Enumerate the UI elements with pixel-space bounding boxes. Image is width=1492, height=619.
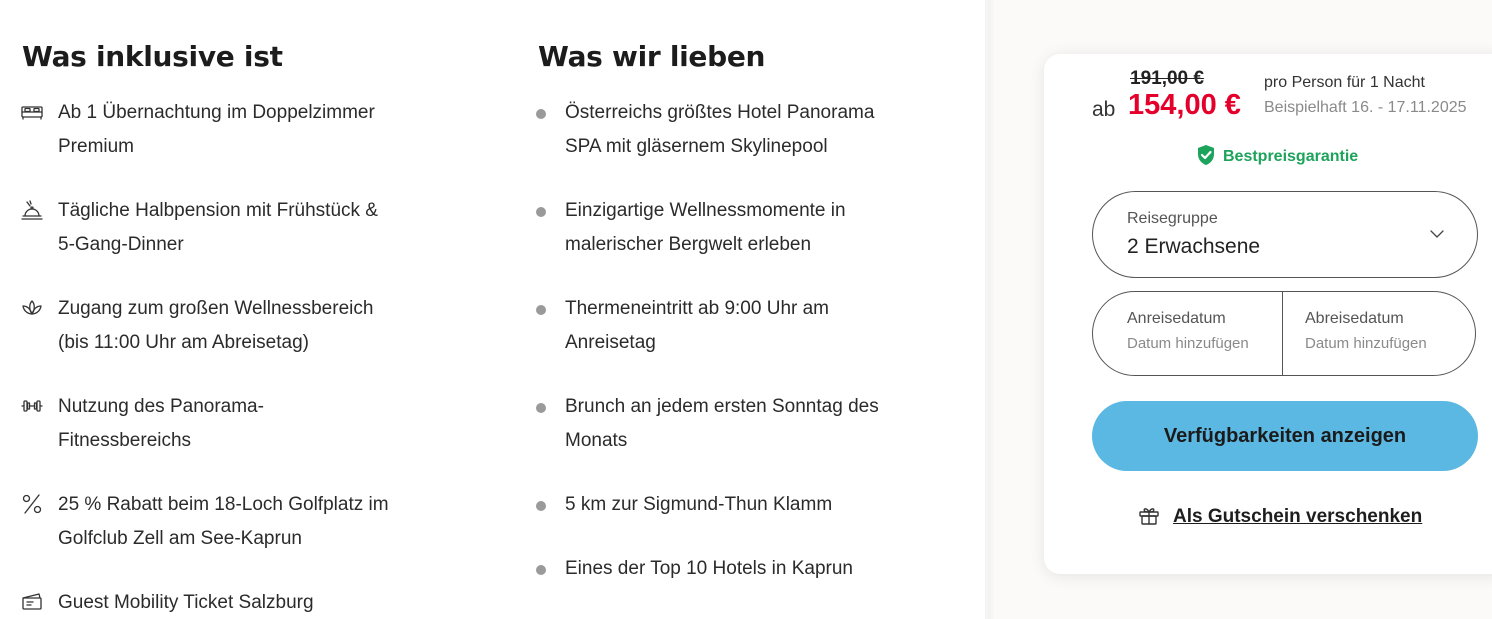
departure-date-field[interactable]: Abreisedatum Datum hinzufügen — [1284, 292, 1475, 375]
bullet-dot — [536, 207, 546, 217]
lotus-icon — [20, 296, 48, 320]
love-item-text: Österreichs größtes Hotel Panorama — [565, 102, 875, 123]
love-item: Österreichs größtes Hotel Panorama SPA mi… — [536, 96, 936, 164]
gift-icon — [1137, 503, 1161, 531]
inclusive-item-text: Ab 1 Übernachtung im Doppelzimmer — [58, 102, 375, 123]
love-item-text: Eines der Top 10 Hotels in Kaprun — [565, 558, 853, 579]
dining-cloche-icon — [20, 198, 48, 222]
price-example-dates: Beispielhaft 16. - 17.11.2025 — [1264, 99, 1467, 116]
price-prefix: ab — [1092, 98, 1116, 121]
love-item-text: Anreisetag — [565, 332, 656, 353]
travel-group-select[interactable]: Reisegruppe 2 Erwachsene — [1092, 191, 1478, 278]
love-item-text: malerischer Bergwelt erleben — [565, 234, 812, 255]
inclusive-item-text: 25 % Rabatt beim 18-Loch Golfplatz im — [58, 494, 389, 515]
bullet-dot — [536, 501, 546, 511]
love-item: Eines der Top 10 Hotels in Kaprun — [536, 552, 936, 586]
love-item: 5 km zur Sigmund-Thun Klamm — [536, 488, 936, 522]
percent-icon — [20, 492, 48, 516]
bestprice-label: Bestpreisgarantie — [1223, 148, 1359, 165]
inclusive-item-text: Guest Mobility Ticket Salzburg — [58, 592, 314, 613]
inclusive-item-text: Tägliche Halbpension mit Frühstück & — [58, 200, 378, 221]
love-item-text: SPA mit gläsernem Skylinepool — [565, 136, 828, 157]
discounted-price: 154,00 € — [1128, 89, 1241, 121]
arrival-date-placeholder: Datum hinzufügen — [1127, 335, 1249, 352]
inclusive-item: Tägliche Halbpension mit Frühstück & 5-Ga… — [20, 194, 460, 262]
love-item: Brunch an jedem ersten Sonntag des Monats — [536, 390, 936, 458]
original-price: 191,00 € — [1130, 68, 1204, 89]
inclusive-item: 25 % Rabatt beim 18-Loch Golfplatz im Gol… — [20, 488, 460, 556]
love-item-text: Monats — [565, 430, 628, 451]
inclusive-item-text: 5-Gang-Dinner — [58, 234, 184, 255]
love-item-text: Einzigartige Wellnessmomente in — [565, 200, 846, 221]
inclusive-item-text: Golfclub Zell am See-Kaprun — [58, 528, 302, 549]
gift-voucher-label: Als Gutschein verschenken — [1173, 506, 1423, 527]
gift-voucher-link[interactable]: Als Gutschein verschenken — [1137, 503, 1422, 531]
inclusive-item: Nutzung des Panorama- Fitnessbereichs — [20, 390, 460, 458]
arrival-date-label: Anreisedatum — [1127, 310, 1226, 327]
show-availability-button[interactable]: Verfügbarkeiten anzeigen — [1092, 401, 1478, 471]
dumbbell-icon — [20, 394, 48, 418]
bullet-dot — [536, 403, 546, 413]
price-unit-note: pro Person für 1 Nacht — [1264, 74, 1425, 91]
inclusive-item-text: Zugang zum großen Wellnessbereich — [58, 298, 374, 319]
bullet-dot — [536, 109, 546, 119]
bestprice-badge: Bestpreisgarantie — [1196, 144, 1358, 170]
love-item-text: Brunch an jedem ersten Sonntag des — [565, 396, 879, 417]
bullet-dot — [536, 305, 546, 315]
bullet-dot — [536, 565, 546, 575]
shield-check-icon — [1196, 144, 1216, 170]
ticket-icon — [20, 590, 48, 614]
departure-date-placeholder: Datum hinzufügen — [1305, 335, 1427, 352]
chevron-down-icon — [1429, 226, 1445, 242]
travel-group-label: Reisegruppe — [1127, 210, 1218, 227]
inclusive-item-text: (bis 11:00 Uhr am Abreisetag) — [58, 332, 309, 353]
love-title: Was wir lieben — [538, 40, 766, 73]
love-item-text: 5 km zur Sigmund-Thun Klamm — [565, 494, 833, 515]
inclusive-item-text: Premium — [58, 136, 135, 157]
inclusive-item: Guest Mobility Ticket Salzburg — [20, 586, 460, 619]
love-item-text: Thermeneintritt ab 9:00 Uhr am — [565, 298, 830, 319]
love-item: Thermeneintritt ab 9:00 Uhr am Anreisetag — [536, 292, 936, 360]
bed-icon — [20, 100, 48, 124]
inclusive-item: Zugang zum großen Wellnessbereich (bis 11… — [20, 292, 460, 360]
arrival-date-field[interactable]: Anreisedatum Datum hinzufügen — [1093, 292, 1283, 375]
inclusive-item: Ab 1 Übernachtung im Doppelzimmer Premium — [20, 96, 460, 164]
inclusive-item-text: Nutzung des Panorama- — [58, 396, 264, 417]
pane-divider — [985, 0, 995, 619]
inclusive-title: Was inklusive ist — [22, 40, 283, 73]
travel-group-value: 2 Erwachsene — [1127, 235, 1261, 258]
love-item: Einzigartige Wellnessmomente in malerisch… — [536, 194, 936, 262]
inclusive-item-text: Fitnessbereichs — [58, 430, 192, 451]
date-range-picker: Anreisedatum Datum hinzufügen Abreisedat… — [1092, 291, 1476, 376]
departure-date-label: Abreisedatum — [1305, 310, 1404, 327]
